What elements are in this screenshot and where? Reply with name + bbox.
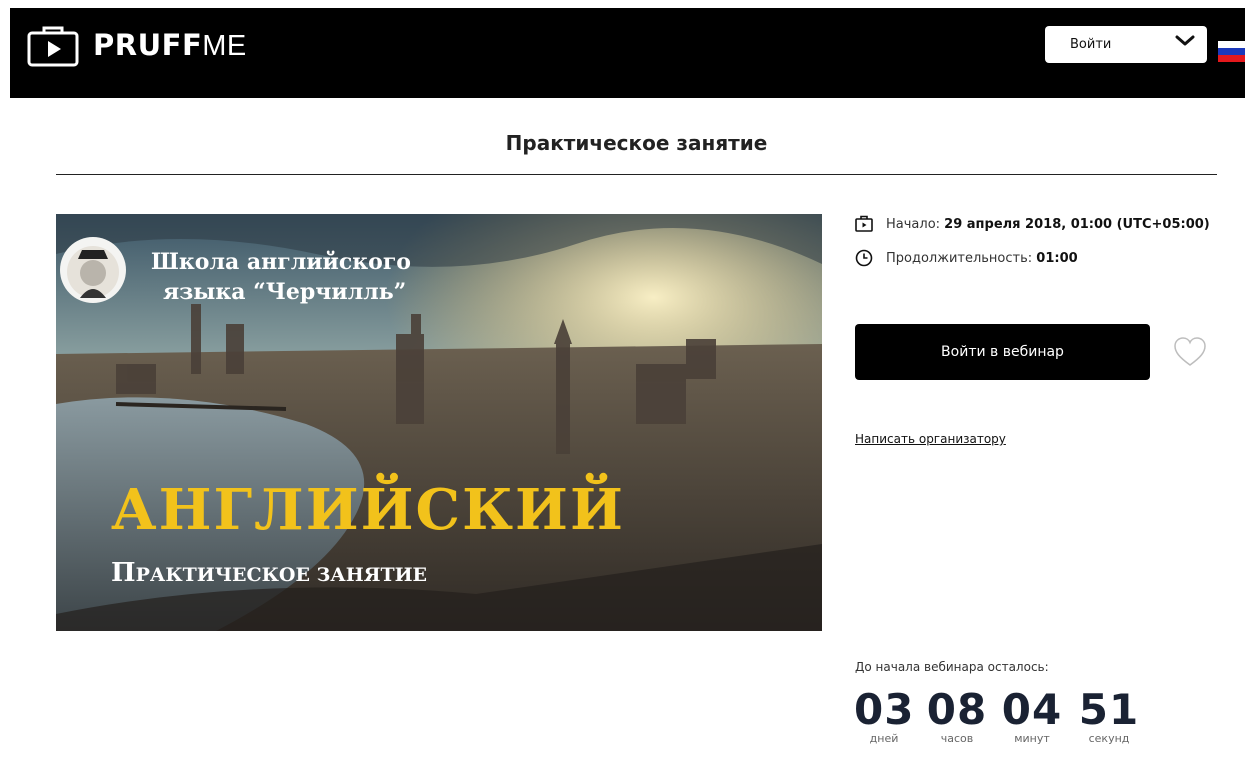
logo[interactable]: PRUFFME [27,25,247,67]
countdown-days: 03 дней [854,685,915,746]
language-flag-icon[interactable] [1218,41,1245,62]
countdown-seconds: 51 секунд [1078,685,1140,746]
title-divider [56,174,1217,175]
duration-label: Продолжительность: [886,250,1033,266]
briefcase-play-icon [27,26,79,67]
banner-title: АНГЛИЙСКИЙ [111,472,625,543]
login-label: Войти [1070,37,1112,52]
duration-row: Продолжительность: 01:00 [855,249,1078,267]
page-title: Практическое занятие [505,131,768,155]
school-name-line-2: языка “Черчилль” [163,279,406,305]
seconds-value: 51 [1078,685,1140,734]
countdown-hours: 08 часов [926,685,988,746]
login-dropdown[interactable]: Войти [1045,26,1207,63]
flag-stripe-white [1218,41,1245,48]
minutes-value: 04 [1001,685,1063,734]
school-name-line-1: Школа английского [151,249,411,275]
duration-value: 01:00 [1036,250,1078,266]
webinar-cover-image: Школа английского языка “Черчилль” АНГЛИ… [56,214,822,631]
logo-text: PRUFFME [93,28,247,62]
flag-stripe-blue [1218,48,1245,55]
clock-icon [855,249,873,267]
top-bar: PRUFFME Войти [10,8,1245,98]
flag-stripe-red [1218,55,1245,62]
calendar-play-icon [855,215,873,232]
countdown-minutes: 04 минут [1001,685,1063,746]
countdown-label: До начала вебинара осталось: [855,660,1049,674]
chevron-down-icon [1175,35,1195,46]
join-webinar-button[interactable]: Войти в вебинар [855,324,1150,380]
contact-organizer-link[interactable]: Написать организатору [855,432,1006,446]
days-value: 03 [854,685,915,734]
start-label: Начало: [886,216,941,232]
heart-icon[interactable] [1173,336,1207,368]
start-value: 29 апреля 2018, 01:00 (UTC+05:00) [944,216,1210,232]
hours-value: 08 [926,685,988,734]
start-time-row: Начало: 29 апреля 2018, 01:00 (UTC+05:00… [855,215,1210,233]
